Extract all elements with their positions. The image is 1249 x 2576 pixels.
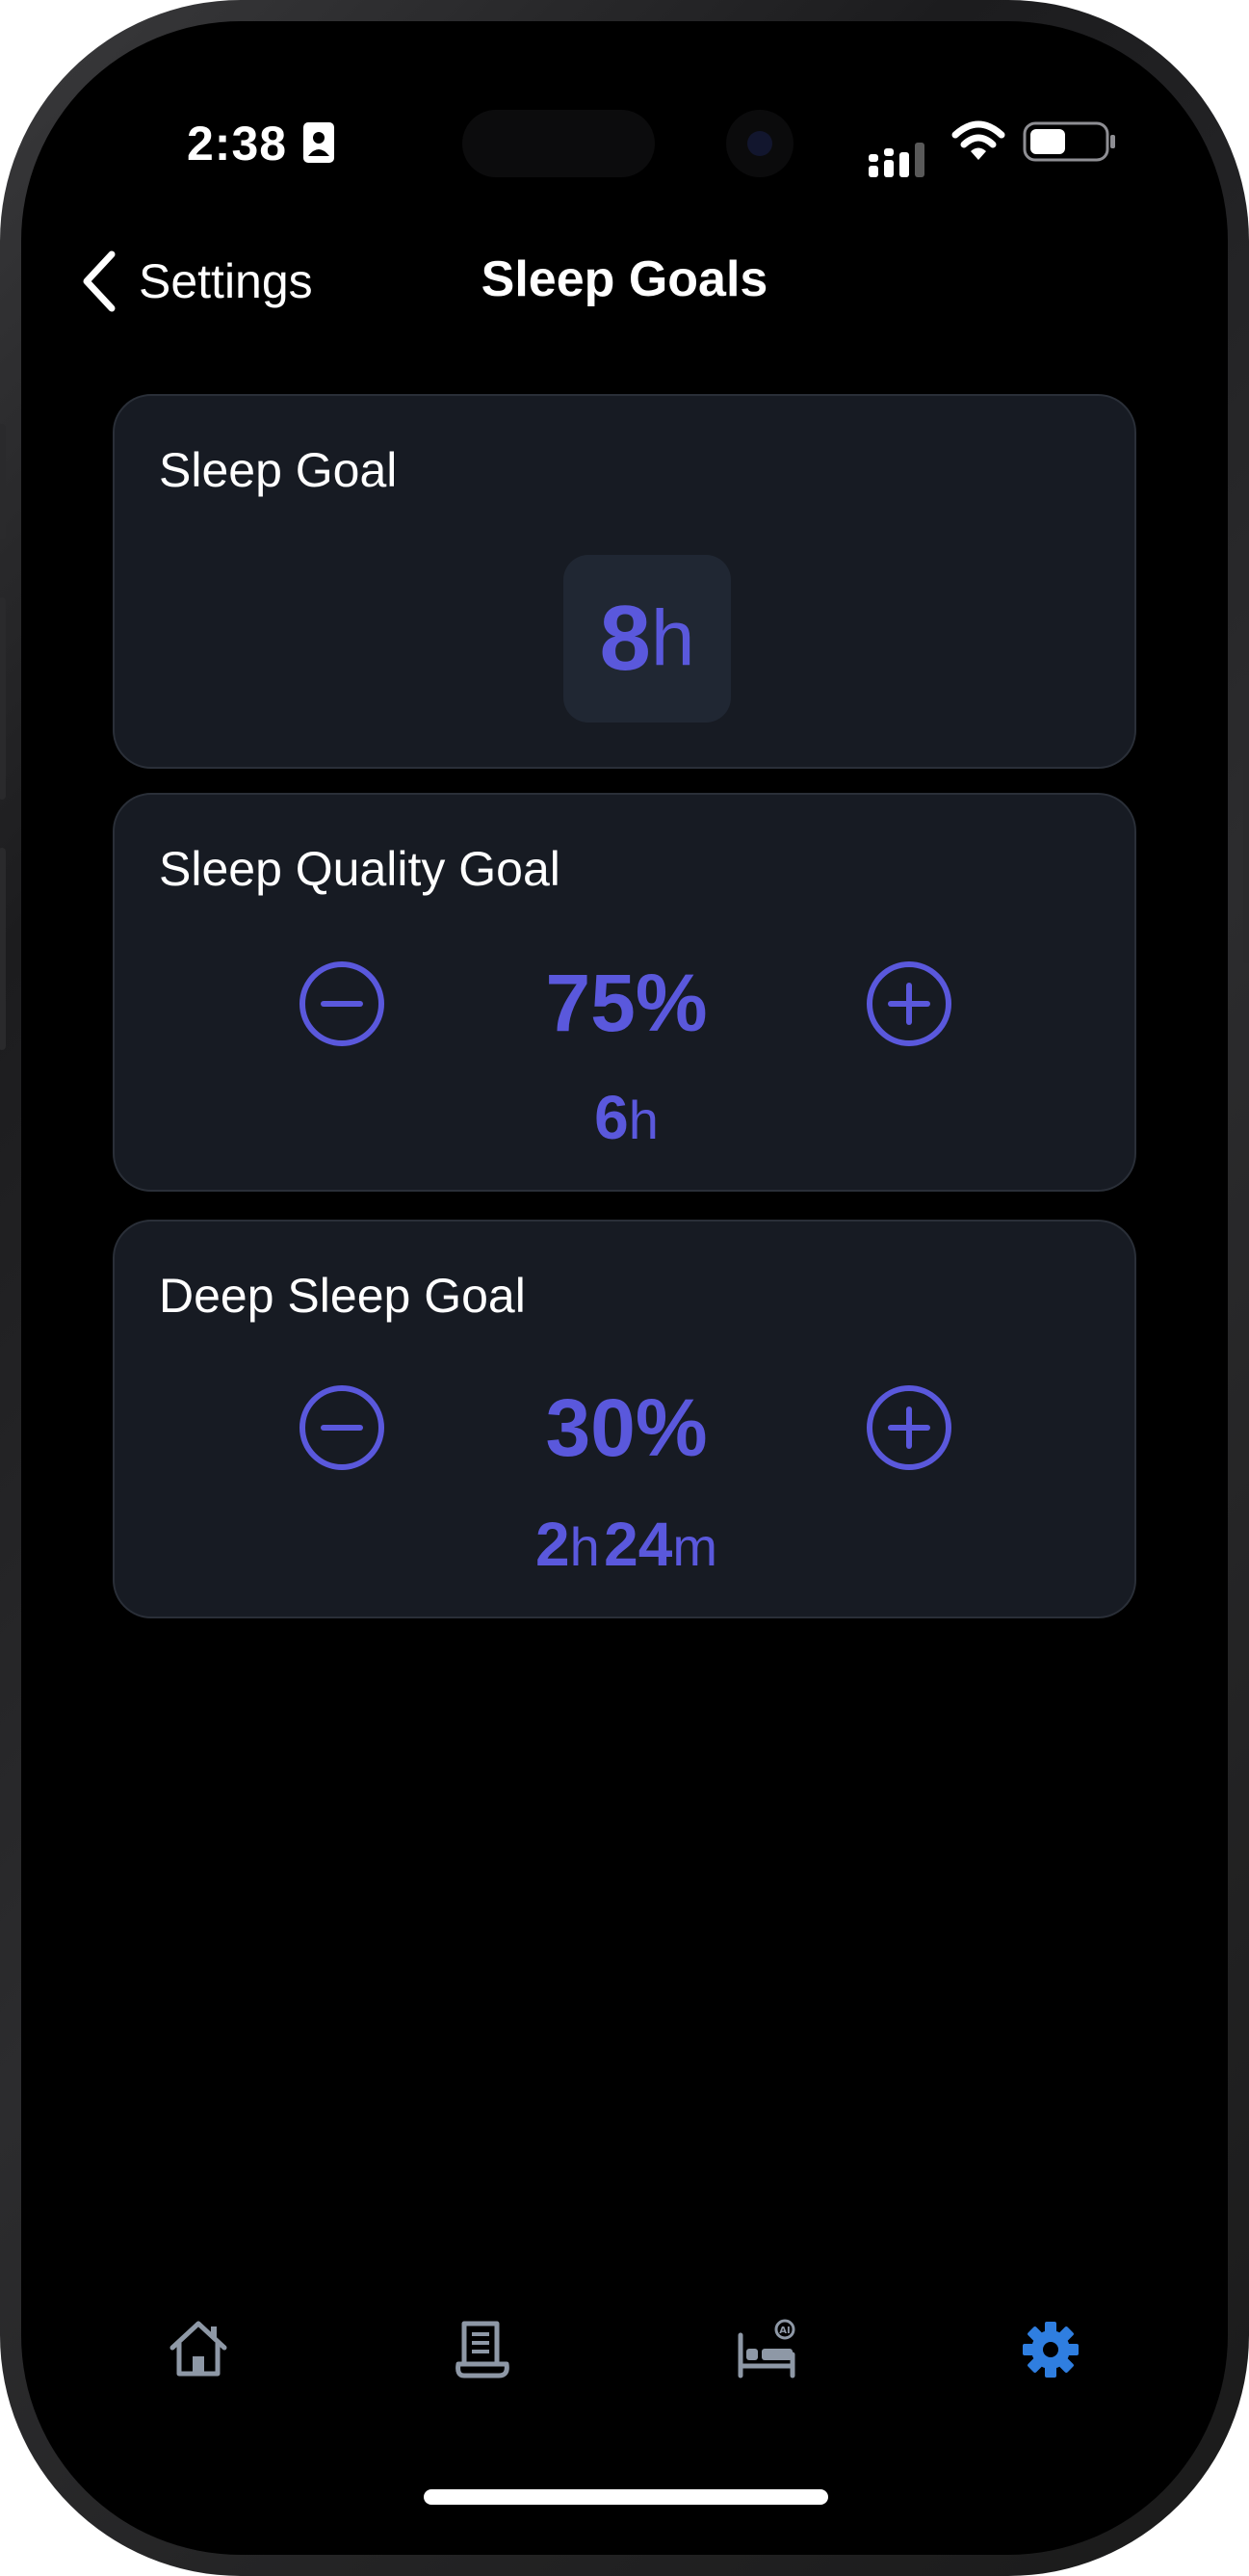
tab-settings[interactable] xyxy=(1017,2316,1084,2383)
deep-duration-hours: 2 xyxy=(534,1510,570,1579)
sleep-goal-unit: h xyxy=(650,594,695,682)
journal-icon xyxy=(455,2321,509,2379)
svg-text:AI: AI xyxy=(779,2326,790,2336)
sleep-quality-goal-title: Sleep Quality Goal xyxy=(159,842,560,896)
quality-goal-duration: 6h xyxy=(115,1082,1138,1153)
quality-duration-hours: 6 xyxy=(594,1083,629,1152)
home-indicator[interactable] xyxy=(424,2489,828,2505)
sleep-goal-value-picker[interactable]: 8h xyxy=(563,555,731,723)
cellular-signal-icon xyxy=(869,143,924,177)
dynamic-island xyxy=(462,110,655,177)
side-button-left-3 xyxy=(0,848,6,1050)
page-title: Sleep Goals xyxy=(481,251,768,307)
sleep-goal-title: Sleep Goal xyxy=(159,443,398,497)
home-icon xyxy=(169,2321,227,2377)
deep-goal-duration: 2h 24m xyxy=(115,1509,1138,1580)
status-time: 2:38 xyxy=(187,117,288,171)
deep-duration-minutes-unit: m xyxy=(672,1516,718,1577)
deep-sleep-goal-card: Deep Sleep Goal 30% 2h 24m xyxy=(113,1220,1136,1618)
quality-increase-button[interactable] xyxy=(865,959,953,1048)
side-button-left-2 xyxy=(0,597,6,800)
contact-card-icon xyxy=(303,122,334,163)
screen: 2:38 Settings Sleep Goals Sleep Goal 8 h… xyxy=(21,21,1228,2555)
tab-journal[interactable] xyxy=(449,2316,516,2383)
side-button-left-1 xyxy=(0,424,6,539)
side-button-right xyxy=(1243,674,1249,963)
deep-duration-hours-unit: h xyxy=(569,1516,600,1577)
front-camera xyxy=(726,110,794,177)
plus-circle-icon xyxy=(867,1385,951,1470)
battery-icon xyxy=(1023,121,1115,162)
sleep-goal-hours: 8 xyxy=(599,587,651,690)
plus-circle-icon xyxy=(867,961,951,1046)
settings-gear-icon xyxy=(1023,2322,1079,2378)
quality-goal-percent: 75% xyxy=(545,958,708,1048)
deep-duration-minutes: 24 xyxy=(604,1510,673,1579)
sleep-goal-card: Sleep Goal 8h xyxy=(113,394,1136,769)
quality-duration-unit: h xyxy=(628,1090,659,1150)
tab-home[interactable] xyxy=(165,2316,232,2383)
wifi-icon xyxy=(951,120,1005,160)
phone-frame: 2:38 Settings Sleep Goals Sleep Goal 8 h… xyxy=(0,0,1249,2576)
deep-goal-percent: 30% xyxy=(545,1382,708,1473)
tab-sleep[interactable]: AI xyxy=(733,2316,800,2383)
deep-sleep-goal-title: Deep Sleep Goal xyxy=(159,1269,526,1323)
bed-ai-icon: AI xyxy=(738,2319,795,2379)
deep-increase-button[interactable] xyxy=(865,1383,953,1472)
sleep-quality-goal-card: Sleep Quality Goal 75% 6h xyxy=(113,793,1136,1192)
